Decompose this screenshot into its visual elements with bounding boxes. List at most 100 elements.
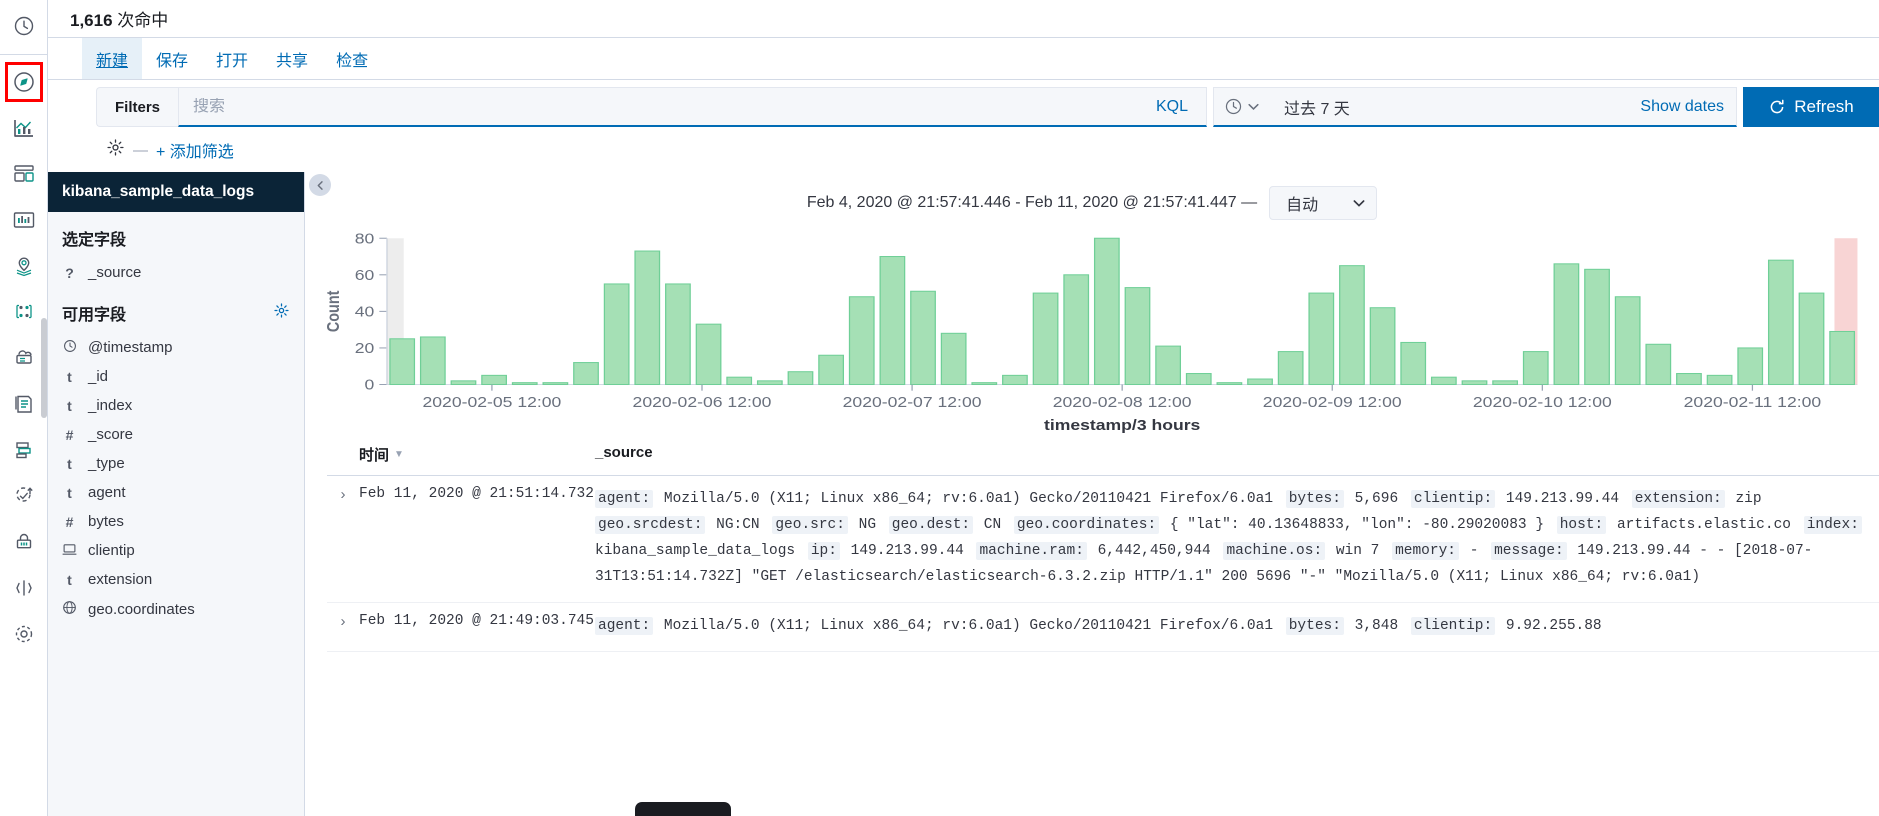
menu-save[interactable]: 保存 — [142, 38, 202, 79]
discover-body: kibana_sample_data_logs 选定字段 ? _source 可… — [48, 172, 1879, 816]
refresh-button[interactable]: Refresh — [1743, 87, 1879, 127]
sidebar-field-clientip[interactable]: clientip — [48, 536, 304, 565]
sort-caret-icon[interactable]: ▼ — [394, 449, 404, 460]
management-icon[interactable] — [0, 611, 48, 657]
menu-open[interactable]: 打开 — [202, 38, 262, 79]
canvas-icon[interactable] — [0, 197, 48, 243]
siem-icon[interactable] — [0, 519, 48, 565]
time-column-header[interactable]: 时间 ▼ — [359, 444, 595, 465]
row-timestamp: Feb 11, 2020 @ 21:51:14.732 — [359, 486, 594, 502]
source-field-key: geo.src: — [772, 516, 848, 534]
gear-icon[interactable] — [273, 302, 290, 324]
filter-settings-icon[interactable] — [106, 138, 125, 162]
svg-text:2020-02-10 12:00: 2020-02-10 12:00 — [1473, 395, 1612, 411]
hits-count-suffix: 次命中 — [112, 11, 169, 30]
table-row[interactable]: › Feb 11, 2020 @ 21:51:14.732 agent: Moz… — [327, 476, 1879, 603]
menu-share[interactable]: 共享 — [262, 38, 322, 79]
number-field-type-icon: # — [65, 426, 74, 443]
svg-text:2020-02-09 12:00: 2020-02-09 12:00 — [1263, 395, 1402, 411]
documents-table: 时间 ▼ _source › Feb 11, 2020 @ 21:51:14.7… — [305, 436, 1879, 652]
svg-text:40: 40 — [355, 304, 375, 320]
time-column-label: 时间 — [359, 447, 390, 464]
sidebar-field-_type[interactable]: t _type — [48, 449, 304, 478]
uptime-icon[interactable] — [0, 473, 48, 519]
sidebar-field-timestamp[interactable]: @timestamp — [48, 333, 304, 362]
available-fields-title: 可用字段 — [48, 287, 304, 333]
sidebar-field-_source[interactable]: ? _source — [48, 258, 304, 287]
main-column: 1,616 次命中 新建 保存 打开 共享 检查 Filters KQL 过去 … — [48, 0, 1879, 816]
svg-text:Count: Count — [324, 290, 344, 332]
sidebar-field-_id[interactable]: t _id — [48, 362, 304, 391]
string-field-type-icon: t — [67, 455, 72, 472]
expand-row-icon[interactable]: › — [327, 486, 359, 590]
add-filter-button[interactable]: + 添加筛选 — [156, 138, 234, 162]
date-field-type-icon — [62, 339, 77, 356]
sidebar-field-bytes[interactable]: # bytes — [48, 507, 304, 536]
interval-select[interactable]: 自动 — [1269, 186, 1378, 220]
sidebar-field-geo-coordinates[interactable]: geo.coordinates — [48, 594, 304, 624]
menu-new[interactable]: 新建 — [82, 38, 143, 79]
apm-icon[interactable] — [0, 427, 48, 473]
table-row[interactable]: › Feb 11, 2020 @ 21:49:03.745 agent: Moz… — [327, 603, 1879, 652]
source-field-value: zip — [1726, 491, 1762, 507]
field-name: _index — [88, 397, 133, 414]
menu-inspect[interactable]: 检查 — [322, 38, 382, 79]
search-input-wrapper[interactable]: KQL — [178, 87, 1207, 127]
field-name: _source — [88, 264, 142, 281]
svg-text:60: 60 — [355, 267, 375, 283]
hits-bar: 1,616 次命中 — [48, 0, 1879, 38]
histogram-chart[interactable]: 0 20 40 60 80 Count 2020-02-05 12:00 2020-02-06… — [305, 226, 1879, 436]
filter-bar: — + 添加筛选 — [48, 134, 1879, 172]
rail-scrollbar[interactable] — [41, 318, 47, 418]
field-name: agent — [88, 484, 126, 501]
dev-tools-icon[interactable] — [0, 565, 48, 611]
maps-icon[interactable] — [0, 243, 48, 289]
source-field-value: NG — [849, 517, 885, 533]
visualize-icon[interactable] — [0, 105, 48, 151]
dashboard-icon[interactable] — [0, 151, 48, 197]
source-field-value: 149.213.99.44 — [1497, 491, 1628, 507]
recently-viewed-icon[interactable] — [0, 0, 48, 46]
source-field-key: extension: — [1631, 490, 1725, 508]
collapse-sidebar-icon[interactable] — [309, 174, 331, 196]
svg-text:20: 20 — [355, 341, 375, 357]
source-column-header[interactable]: _source — [595, 444, 1879, 465]
svg-text:2020-02-05 12:00: 2020-02-05 12:00 — [422, 395, 561, 411]
sidebar-field-extension[interactable]: t extension — [48, 565, 304, 594]
source-field-key: geo.srcdest: — [595, 516, 706, 534]
filters-label[interactable]: Filters — [96, 87, 178, 127]
chart-header: Feb 4, 2020 @ 21:57:41.446 - Feb 11, 202… — [305, 172, 1879, 226]
sidebar-field-agent[interactable]: t agent — [48, 478, 304, 507]
query-language-button[interactable]: KQL — [1144, 98, 1196, 116]
date-picker[interactable]: 过去 7 天 Show dates — [1213, 87, 1737, 127]
histogram-svg[interactable]: 0 20 40 60 80 Count 2020-02-05 12:00 2020-02-06… — [319, 230, 1865, 436]
source-field-value: Mozilla/5.0 (X11; Linux x86_64; rv:6.0a1… — [655, 618, 1282, 634]
string-field-type-icon: t — [67, 484, 72, 501]
unknown-field-type-icon: ? — [65, 264, 74, 281]
index-pattern-selector[interactable]: kibana_sample_data_logs — [48, 172, 304, 212]
rail-divider — [0, 54, 48, 55]
query-bar: Filters KQL 过去 7 天 Show dates Refresh — [48, 80, 1879, 134]
discover-icon[interactable] — [0, 59, 48, 105]
scroll-indicator[interactable] — [635, 802, 731, 816]
source-field-key: geo.coordinates: — [1013, 516, 1160, 534]
date-quick-select-button[interactable] — [1224, 97, 1270, 116]
field-name: _id — [88, 368, 109, 385]
svg-text:2020-02-06 12:00: 2020-02-06 12:00 — [633, 395, 772, 411]
field-name: @timestamp — [88, 339, 173, 356]
source-field-key: ip: — [807, 542, 840, 560]
source-field-key: message: — [1491, 542, 1567, 560]
date-range-text[interactable]: 过去 7 天 — [1270, 95, 1640, 119]
refresh-icon — [1770, 99, 1784, 114]
row-timestamp: Feb 11, 2020 @ 21:49:03.745 — [359, 613, 594, 629]
show-dates-button[interactable]: Show dates — [1640, 98, 1724, 116]
search-input[interactable] — [193, 97, 1144, 116]
chart-time-range-label: Feb 4, 2020 @ 21:57:41.446 - Feb 11, 202… — [806, 194, 1258, 211]
expand-row-icon[interactable]: › — [327, 613, 359, 639]
sidebar-field-_score[interactable]: # _score — [48, 420, 304, 449]
kibana-discover-app: 1,616 次命中 新建 保存 打开 共享 检查 Filters KQL 过去 … — [0, 0, 1879, 816]
field-name: bytes — [88, 513, 124, 530]
sidebar-field-_index[interactable]: t _index — [48, 391, 304, 420]
source-field-key: index: — [1803, 516, 1862, 534]
svg-text:0: 0 — [365, 377, 375, 393]
